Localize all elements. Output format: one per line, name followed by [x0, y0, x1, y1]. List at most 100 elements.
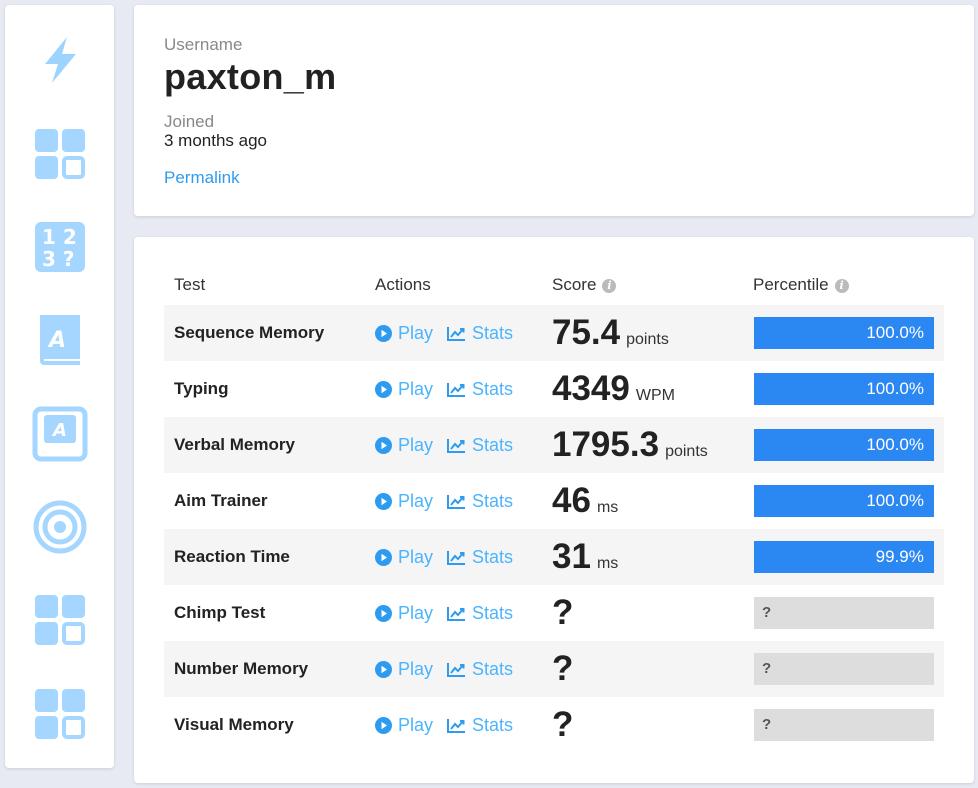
score-number: 46 [552, 481, 591, 520]
stats-icon [447, 718, 472, 733]
play-button[interactable]: Play [375, 305, 433, 361]
play-button[interactable]: Play [375, 417, 433, 473]
play-label: Play [398, 490, 434, 511]
play-icon [375, 716, 398, 734]
stats-icon [447, 550, 472, 565]
play-label: Play [398, 546, 434, 567]
score-value: 46 ms [552, 473, 618, 529]
play-icon [375, 548, 398, 566]
stats-icon [447, 494, 472, 509]
header-percentile-label: Percentile [753, 275, 829, 294]
test-name: Visual Memory [174, 715, 294, 734]
stats-button[interactable]: Stats [447, 641, 513, 697]
score-value: ? [552, 641, 573, 697]
score-unknown: ? [552, 593, 574, 632]
stats-icon [447, 382, 472, 397]
score-unit: ms [596, 499, 619, 516]
score-value: 75.4 points [552, 305, 669, 361]
table-row: Reaction Time Play Stats 31 ms 99.9% [164, 529, 944, 585]
username: paxton_m [164, 56, 337, 97]
percentile-bar: 100.0% [754, 317, 934, 349]
stats-button[interactable]: Stats [447, 473, 513, 529]
test-name: Aim Trainer [174, 491, 268, 510]
play-button[interactable]: Play [375, 529, 433, 585]
play-label: Play [398, 434, 434, 455]
permalink-link[interactable]: Permalink [164, 168, 240, 188]
book-icon[interactable]: A [31, 311, 89, 369]
test-name: Number Memory [174, 659, 309, 678]
score-unit: points [626, 331, 669, 348]
play-icon [375, 436, 398, 454]
table-row: Sequence Memory Play Stats 75.4 points 100.0% [164, 305, 944, 361]
grid-icon[interactable] [31, 125, 89, 183]
target-icon[interactable] [31, 498, 89, 556]
score-value: 1795.3 points [552, 417, 708, 473]
percentile-bar: 99.9% [754, 541, 934, 573]
info-icon[interactable]: i [602, 279, 617, 293]
play-icon [375, 660, 398, 678]
play-icon [375, 492, 398, 510]
stats-button[interactable]: Stats [447, 417, 513, 473]
score-number: 31 [552, 537, 591, 576]
percentile-bar-empty: ? [754, 653, 934, 685]
grid-icon[interactable] [31, 591, 89, 649]
percentile-bar: 100.0% [754, 429, 934, 461]
play-button[interactable]: Play [375, 697, 433, 753]
stats-label: Stats [472, 714, 514, 735]
grid-icon[interactable] [31, 685, 89, 743]
score-number: 1795.3 [552, 425, 660, 464]
play-label: Play [398, 378, 434, 399]
header-score: Score i [552, 275, 617, 295]
profile-card: Username paxton_m Joined 3 months ago Pe… [134, 5, 974, 216]
stats-button[interactable]: Stats [447, 361, 513, 417]
play-icon [375, 604, 398, 622]
stats-icon [447, 326, 472, 341]
test-name: Verbal Memory [174, 435, 295, 454]
info-icon[interactable]: i [834, 279, 849, 293]
score-unknown: ? [552, 649, 574, 688]
score-unknown: ? [552, 705, 574, 744]
stats-button[interactable]: Stats [447, 697, 513, 753]
stats-label: Stats [472, 322, 514, 343]
stats-button[interactable]: Stats [447, 585, 513, 641]
stats-icon [447, 662, 472, 677]
score-unit: points [665, 443, 708, 460]
stats-label: Stats [472, 658, 514, 679]
percentile-bar: 100.0% [754, 485, 934, 517]
score-value: 31 ms [552, 529, 618, 585]
table-row: Aim Trainer Play Stats 46 ms 100.0% [164, 473, 944, 529]
play-label: Play [398, 714, 434, 735]
play-label: Play [398, 602, 434, 623]
numbers-icon[interactable]: 1 2 3 ? [31, 218, 89, 276]
test-name: Reaction Time [174, 547, 290, 566]
play-button[interactable]: Play [375, 473, 433, 529]
score-unit: ms [596, 555, 619, 572]
username-label: Username [164, 35, 243, 54]
score-value: 4349 WPM [552, 361, 675, 417]
play-icon [375, 380, 398, 398]
stats-button[interactable]: Stats [447, 529, 513, 585]
stats-label: Stats [472, 546, 514, 567]
svg-text:3 ?: 3 ? [42, 247, 74, 271]
svg-text:A: A [51, 420, 67, 441]
keyboard-key-icon[interactable]: A [31, 405, 89, 463]
play-button[interactable]: Play [375, 361, 433, 417]
score-value: ? [552, 585, 573, 641]
play-icon [375, 324, 398, 342]
test-name: Chimp Test [174, 603, 266, 622]
header-score-label: Score [552, 275, 597, 294]
stats-label: Stats [472, 602, 514, 623]
stats-button[interactable]: Stats [447, 305, 513, 361]
stats-label: Stats [472, 378, 514, 399]
test-name: Sequence Memory [174, 323, 325, 342]
percentile-bar-empty: ? [754, 597, 934, 629]
score-unit: WPM [635, 387, 675, 404]
play-button[interactable]: Play [375, 585, 433, 641]
play-button[interactable]: Play [375, 641, 433, 697]
scores-card: Test Actions Score i Percentile i Sequence… [134, 237, 974, 783]
table-row: Verbal Memory Play Stats 1795.3 points 100.0% [164, 417, 944, 473]
lightning-icon[interactable] [31, 31, 89, 89]
svg-text:1 2: 1 2 [42, 225, 77, 249]
stats-label: Stats [472, 434, 514, 455]
percentile-bar: 100.0% [754, 373, 934, 405]
